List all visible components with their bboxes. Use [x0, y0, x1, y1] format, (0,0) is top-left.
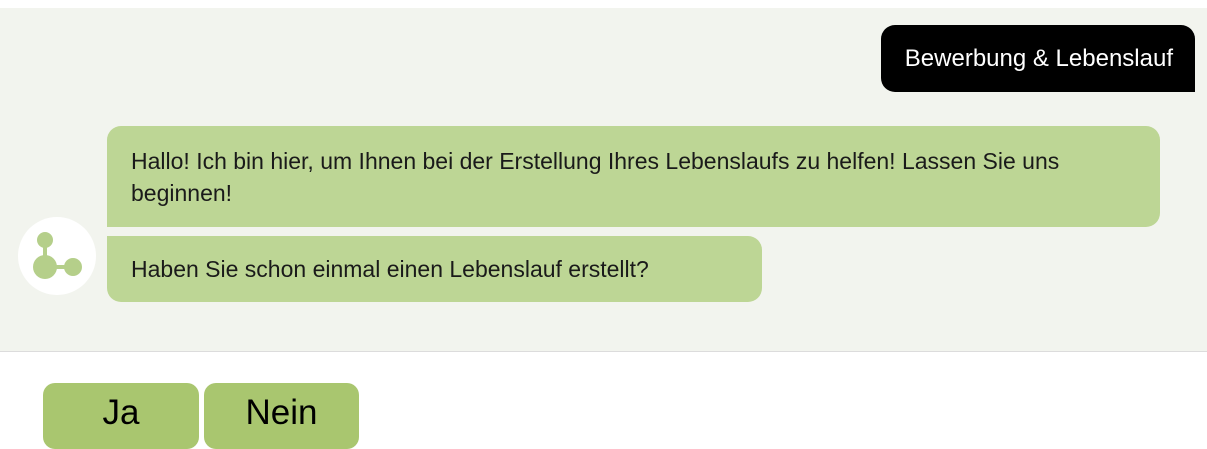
- bot-message-bubble: Haben Sie schon einmal einen Lebenslauf …: [107, 236, 762, 302]
- bot-message-bubble: Hallo! Ich bin hier, um Ihnen bei der Er…: [107, 126, 1160, 227]
- quick-reply-bar: Ja Nein: [0, 352, 1207, 449]
- quick-reply-no-button[interactable]: Nein: [204, 383, 359, 449]
- molecule-icon: [33, 232, 82, 279]
- user-message-bubble: Bewerbung & Lebenslauf: [880, 25, 1195, 92]
- bot-avatar: [18, 217, 96, 295]
- chat-area: Bewerbung & Lebenslauf Hallo! Ich bin hi…: [0, 8, 1207, 351]
- quick-reply-yes-button[interactable]: Ja: [43, 383, 199, 449]
